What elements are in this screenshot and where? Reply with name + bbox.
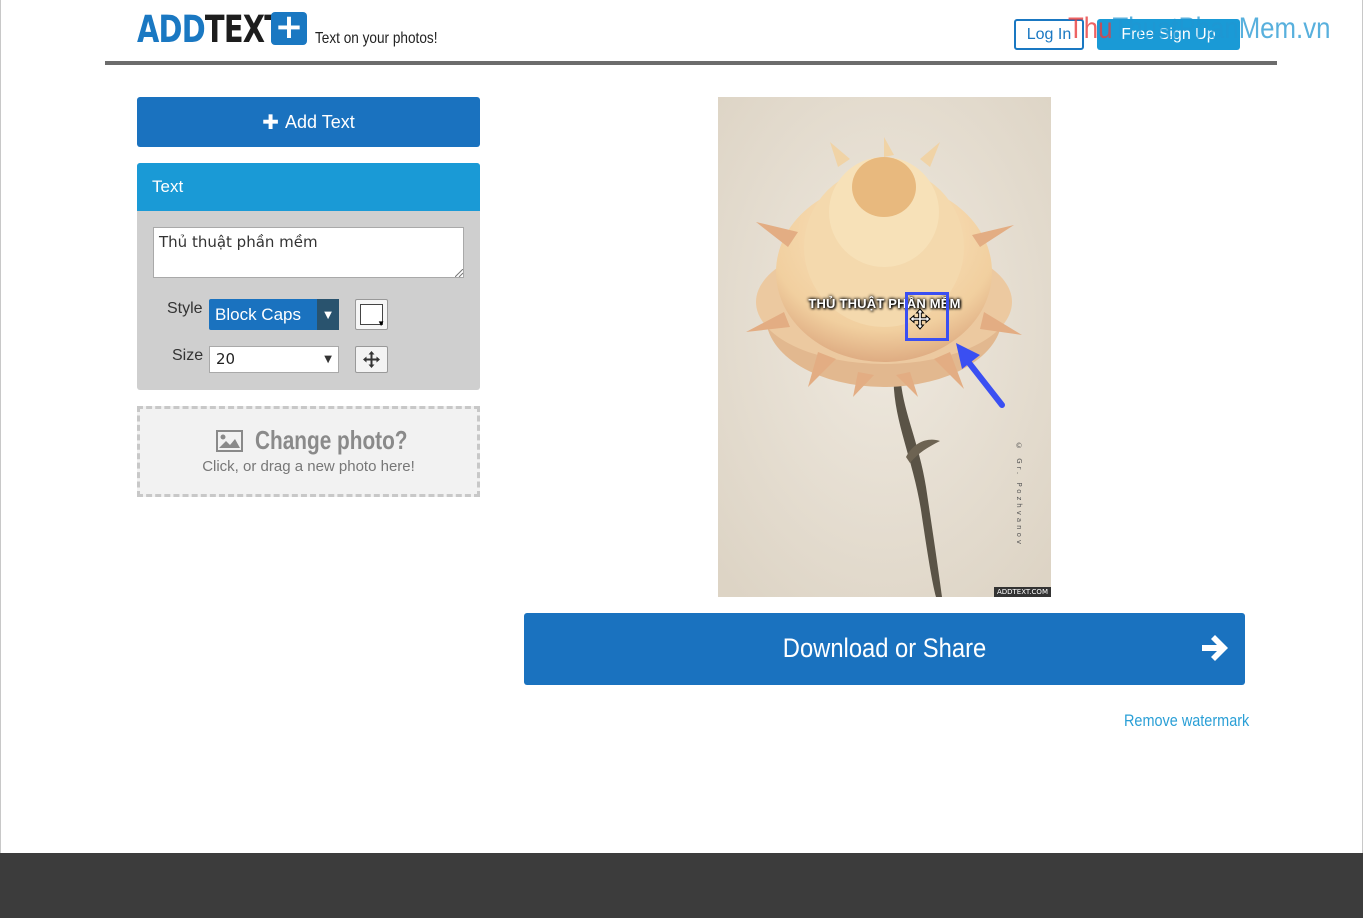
tagline: Text on your photos! (315, 30, 438, 47)
text-color-button[interactable]: ▼ (355, 299, 388, 330)
footer (0, 853, 1363, 918)
resize-grip-icon[interactable] (455, 269, 463, 277)
size-select-value: 20 (216, 350, 236, 368)
style-select-value: Block Caps (215, 305, 301, 324)
photo-brand-watermark: ADDTEXT.COM (993, 587, 1051, 597)
picture-icon (216, 430, 243, 452)
plus-icon: ✚ (262, 111, 280, 134)
arrow-right-icon (1202, 635, 1228, 661)
move-cursor-icon (909, 308, 931, 330)
style-select[interactable]: Block Caps ▼ (209, 299, 339, 330)
move-button[interactable] (355, 346, 388, 373)
download-share-button[interactable]: Download or Share (524, 613, 1245, 685)
logo-plus-icon: + (271, 10, 307, 45)
site-watermark: ThuThuatPhanMem.vn (1068, 12, 1331, 45)
text-panel: Text Thủ thuật phần mềm Style Block Caps… (137, 163, 480, 390)
change-photo-subtitle: Click, or drag a new photo here! (202, 458, 415, 475)
remove-watermark-link[interactable]: Remove watermark (1124, 711, 1249, 731)
add-text-button[interactable]: ✚ Add Text (137, 97, 480, 147)
change-photo-title: Change photo? (255, 425, 408, 455)
chevron-down-icon: ▼ (377, 319, 385, 328)
size-label: Size (172, 347, 204, 364)
text-input[interactable]: Thủ thuật phần mềm (153, 227, 464, 278)
size-select[interactable]: 20 ▼ (209, 346, 339, 373)
style-label: Style (167, 300, 203, 317)
chevron-down-icon: ▼ (317, 299, 339, 330)
text-panel-title: Text (137, 163, 480, 211)
overlay-text[interactable]: THỦ THUẬT PHẦN MỀM (718, 296, 1051, 311)
change-photo-dropzone[interactable]: Change photo? Click, or drag a new photo… (137, 406, 480, 497)
logo-add-text: ADD (137, 8, 206, 51)
move-icon (363, 351, 380, 368)
drag-handle-highlight[interactable] (905, 292, 949, 341)
header-divider (105, 61, 1277, 65)
chevron-down-icon: ▼ (324, 354, 332, 365)
annotation-arrow-icon (956, 343, 1005, 408)
add-text-label: Add Text (285, 111, 355, 132)
photo-credit: © Gr. Pozhvanov (1015, 442, 1023, 547)
download-share-label: Download or Share (782, 633, 987, 663)
